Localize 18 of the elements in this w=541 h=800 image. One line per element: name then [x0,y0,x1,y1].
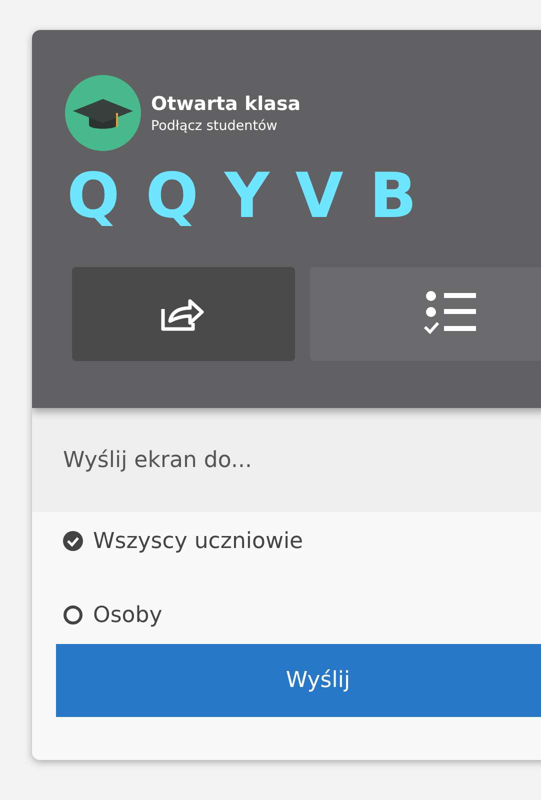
class-code-letter: Q [67,165,120,227]
option-label: Wszyscy uczniowie [93,528,304,554]
section-heading: Wyślij ekran do... [32,408,541,512]
class-code-letter: V [295,165,344,227]
radio-button[interactable] [63,531,83,551]
class-title: Otwarta klasa [151,92,301,114]
option-label: Osoby [93,602,162,628]
class-subtitle: Podłącz studentów [151,118,278,134]
list-tab[interactable] [310,267,541,361]
graduation-cap-icon [65,75,141,151]
class-code-letter: B [369,165,417,227]
send-button[interactable]: Wyślij [56,644,541,717]
radio-button[interactable] [63,605,83,625]
class-code-letter: Q [146,165,198,227]
share-icon [160,297,206,331]
class-code-letter: Y [224,165,270,227]
checklist-icon [424,291,478,337]
share-tab[interactable] [72,267,295,361]
